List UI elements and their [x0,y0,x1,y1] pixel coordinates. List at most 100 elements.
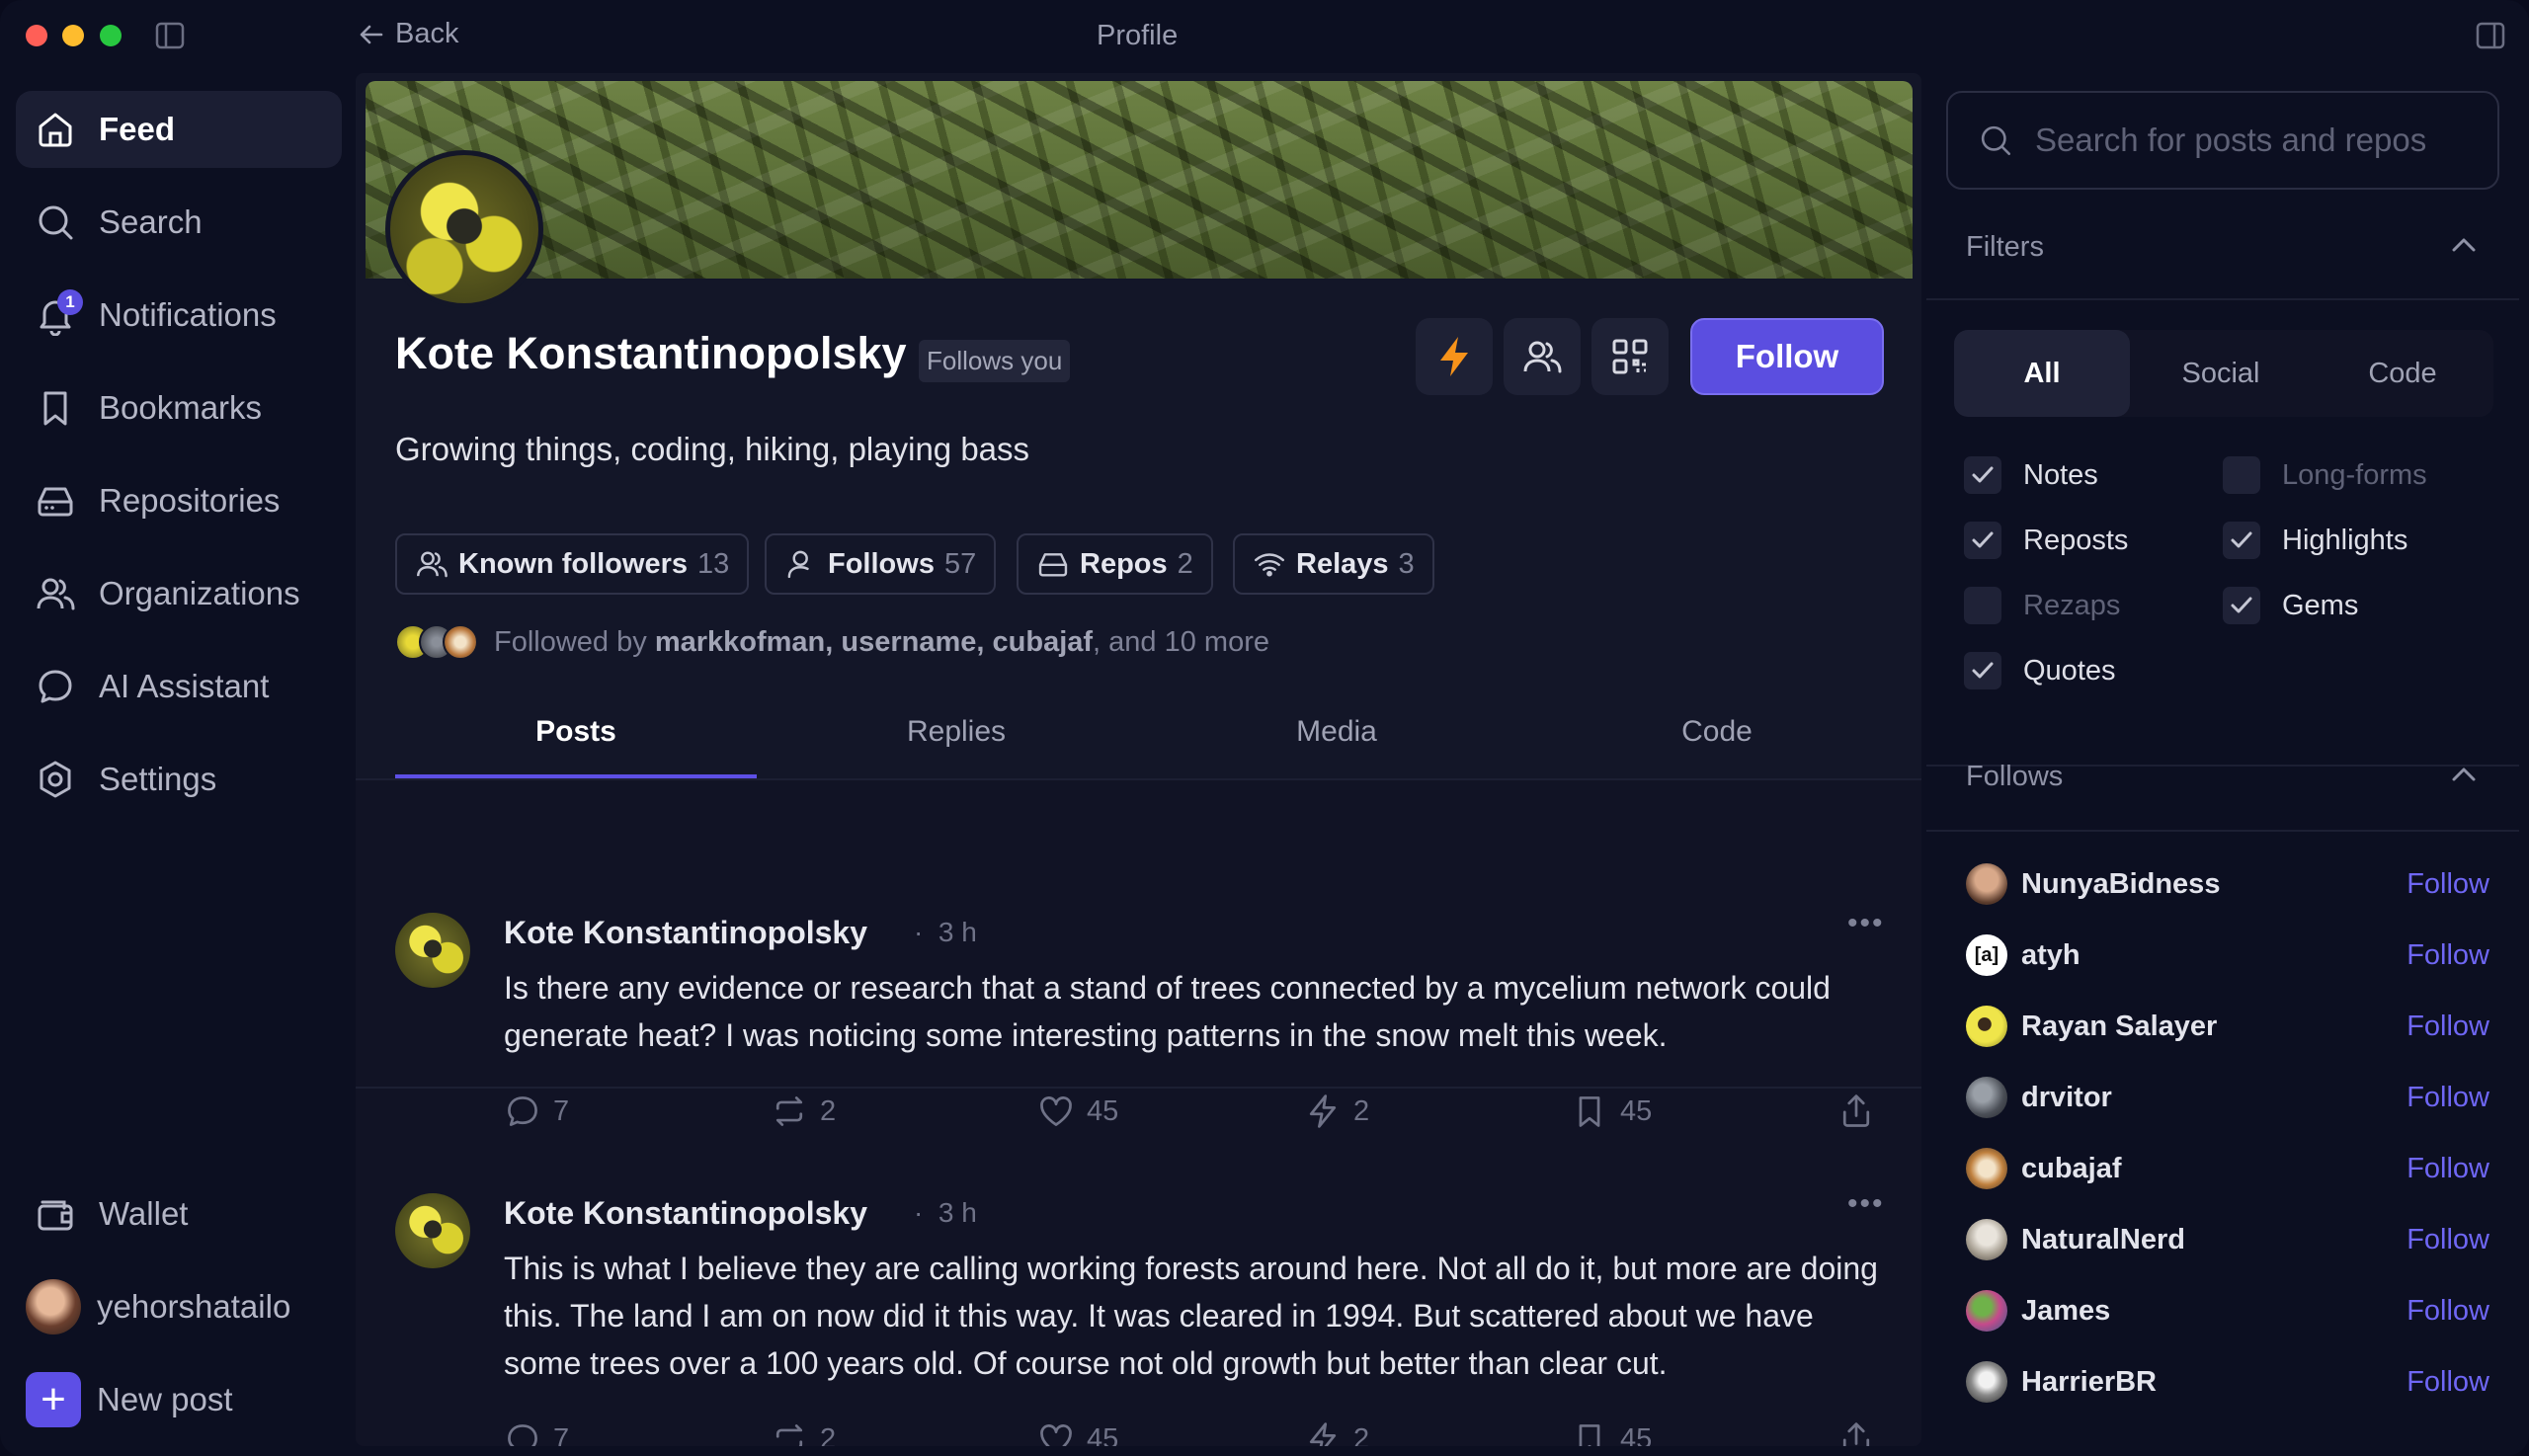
follow-name[interactable]: NaturalNerd [2021,1224,2407,1256]
tab-replies[interactable]: Replies [757,686,1156,778]
back-button[interactable]: Back [358,18,458,50]
tab-media[interactable]: Media [1156,686,1517,778]
zoom-window-button[interactable] [100,25,122,46]
stat-label: Relays [1296,547,1389,580]
sidebar-item-wallet[interactable]: Wallet [16,1175,342,1253]
like-button[interactable]: 45 [1037,1420,1118,1446]
filter-rezaps[interactable]: Rezaps [1964,587,2120,624]
follow-name[interactable]: cubajaf [2021,1153,2407,1185]
follow-link[interactable]: Follow [2407,868,2489,901]
chevron-up-icon[interactable] [2450,235,2478,260]
tab-code[interactable]: Code [1517,686,1917,778]
sidebar-item-profile[interactable]: yehorshatailo [16,1268,342,1345]
follow-name[interactable]: Rayan Salayer [2021,1011,2407,1043]
follow-link[interactable]: Follow [2407,1295,2489,1328]
sidebar-item-bookmarks[interactable]: Bookmarks [16,369,342,446]
close-window-button[interactable] [26,25,47,46]
checkbox-unchecked[interactable] [1964,587,2001,624]
zap-button[interactable]: 2 [1304,1420,1369,1446]
mutual-follows-button[interactable] [1504,318,1581,395]
follow-name[interactable]: atyh [2021,939,2407,972]
filter-long-forms[interactable]: Long-forms [2223,456,2427,494]
lightning-icon [1440,337,1468,376]
follows-button[interactable]: Follows 57 [765,533,997,595]
share-button[interactable] [1837,1420,1875,1446]
follows-you-badge: Follows you [919,340,1071,382]
filters-heading[interactable]: Filters [1966,231,2044,264]
filter-quotes[interactable]: Quotes [1964,652,2116,689]
follow-button[interactable]: Follow [1690,318,1884,395]
sidebar-item-ai-assistant[interactable]: AI Assistant [16,648,342,725]
sidebar-item-organizations[interactable]: Organizations [16,555,342,632]
follows-heading[interactable]: Follows [1966,761,2063,793]
followed-by-row[interactable]: Followed by markkofman, username, cubaja… [395,624,1269,660]
chevron-up-icon[interactable] [2450,765,2478,789]
sidebar-item-label: Repositories [99,482,281,519]
post-author[interactable]: Kote Konstantinopolsky [504,1195,867,1232]
segment-social[interactable]: Social [2130,330,2312,417]
bookmark-button[interactable]: 45 [1571,1420,1652,1446]
new-post-button[interactable]: + New post [16,1361,342,1438]
more-options-icon[interactable]: ••• [1847,907,1885,940]
stat-count: 3 [1398,547,1415,580]
follow-link[interactable]: Follow [2407,1366,2489,1399]
reply-button[interactable]: 7 [504,1092,569,1130]
relays-button[interactable]: Relays 3 [1233,533,1434,595]
follow-name[interactable]: HarrierBR [2021,1366,2407,1399]
stat-count: 2 [1177,547,1193,580]
repost-button[interactable]: 2 [771,1420,836,1446]
repost-button[interactable]: 2 [771,1092,836,1130]
zap-button[interactable] [1416,318,1493,395]
repos-button[interactable]: Repos 2 [1017,533,1213,595]
checkbox-checked[interactable] [1964,522,2001,559]
known-followers-button[interactable]: Known followers 13 [395,533,750,595]
follow-link[interactable]: Follow [2407,939,2489,972]
follow-name[interactable]: drvitor [2021,1082,2407,1114]
filter-highlights[interactable]: Highlights [2223,522,2407,559]
share-button[interactable] [1837,1092,1875,1130]
more-options-icon[interactable]: ••• [1847,1187,1885,1221]
segment-code[interactable]: Code [2312,330,2493,417]
search-box[interactable] [1946,91,2499,190]
checkbox-checked[interactable] [1964,652,2001,689]
sidebar-item-search[interactable]: Search [16,184,342,261]
follow-suggestion: NunyaBidness Follow [1966,859,2489,909]
follow-link[interactable]: Follow [2407,1153,2489,1185]
tab-posts[interactable]: Posts [395,686,757,778]
profile-name: Kote Konstantinopolsky [395,328,907,378]
segment-all[interactable]: All [1954,330,2130,417]
like-button[interactable]: 45 [1037,1092,1118,1130]
filter-label: Rezaps [2023,589,2121,621]
check-icon [2231,597,2252,613]
post-author[interactable]: Kote Konstantinopolsky [504,915,867,951]
sidebar-item-settings[interactable]: Settings [16,741,342,818]
checkbox-checked[interactable] [2223,587,2260,624]
follow-name[interactable]: James [2021,1295,2407,1328]
sidebar-item-notifications[interactable]: 1 Notifications [16,277,342,354]
search-input[interactable] [2035,121,2480,159]
check-icon [1972,662,1994,679]
filter-reposts[interactable]: Reposts [1964,522,2128,559]
right-panel-toggle-icon[interactable] [2475,20,2506,56]
follow-link[interactable]: Follow [2407,1082,2489,1114]
filter-notes[interactable]: Notes [1964,456,2098,494]
comment-icon [508,1096,537,1126]
heart-icon [1040,1096,1072,1126]
reply-button[interactable]: 7 [504,1420,569,1446]
qr-code-button[interactable] [1591,318,1669,395]
checkbox-checked[interactable] [2223,522,2260,559]
bookmark-button[interactable]: 45 [1571,1092,1652,1130]
follow-name[interactable]: NunyaBidness [2021,868,2407,901]
sidebar-item-feed[interactable]: Feed [16,91,342,168]
sidebar-toggle-icon[interactable] [154,20,186,56]
sidebar-item-repositories[interactable]: Repositories [16,462,342,539]
zap-button[interactable]: 2 [1304,1092,1369,1130]
avatar [1966,1219,2007,1260]
avatar [1966,1361,2007,1403]
filter-gems[interactable]: Gems [2223,587,2358,624]
follow-link[interactable]: Follow [2407,1011,2489,1043]
checkbox-unchecked[interactable] [2223,456,2260,494]
follow-link[interactable]: Follow [2407,1224,2489,1256]
minimize-window-button[interactable] [62,25,84,46]
checkbox-checked[interactable] [1964,456,2001,494]
